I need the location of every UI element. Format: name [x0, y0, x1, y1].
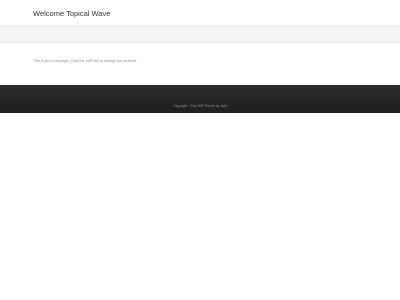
footer-copyright: Copyright - GnuCMS Theme by Jack: [173, 104, 227, 108]
main-content: This is your front page. Click the 'edit…: [0, 43, 400, 85]
navigation-bar: [0, 25, 400, 43]
front-page-text: This is your front page. Click the 'edit…: [33, 59, 138, 63]
site-title-link[interactable]: Welcome Topical Wave: [33, 9, 110, 19]
site-footer: Copyright - GnuCMS Theme by Jack: [0, 85, 400, 113]
site-header: Welcome Topical Wave: [0, 0, 400, 25]
page: Welcome Topical Wave This is your front …: [0, 0, 400, 300]
